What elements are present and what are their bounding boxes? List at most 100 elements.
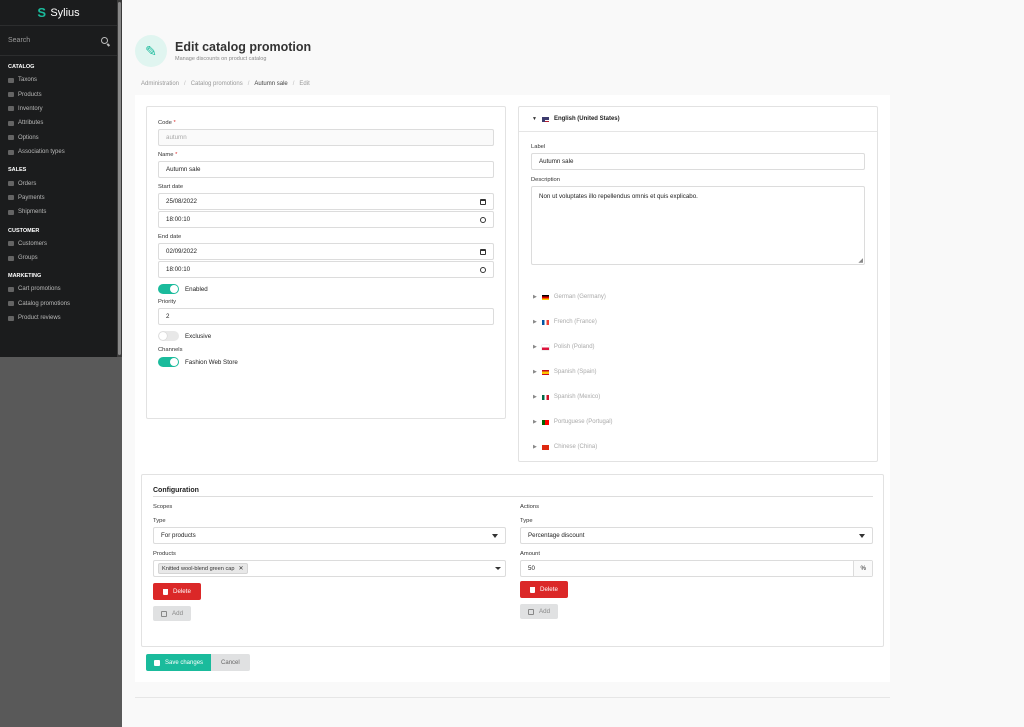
sidebar-item-taxons[interactable]: Taxons <box>0 73 117 87</box>
sidebar-item-orders[interactable]: Orders <box>0 176 117 190</box>
caret-right-icon: ▶ <box>533 344 537 350</box>
name-input[interactable]: Autumn sale <box>158 161 494 178</box>
translation-spanish-spain[interactable]: ▶ Spanish (Spain) <box>533 369 597 375</box>
archive-icon <box>8 255 14 261</box>
truck-icon <box>8 209 14 215</box>
code-input[interactable]: autumn <box>158 129 494 146</box>
caret-down-icon: ▼ <box>532 116 537 122</box>
products-select[interactable]: Knitted wool-blend green cap ✕ <box>153 560 506 577</box>
search-icon[interactable] <box>101 37 108 44</box>
exclusive-toggle[interactable] <box>158 331 179 341</box>
resize-handle-icon[interactable]: ◢ <box>858 257 863 264</box>
action-add-button[interactable]: Add <box>520 604 559 619</box>
translation-german[interactable]: ▶ German (Germany) <box>533 294 606 300</box>
sidebar-search[interactable]: Search <box>0 26 117 56</box>
options-icon <box>8 135 14 141</box>
sidebar-item-label: Taxons <box>18 77 38 84</box>
configuration-divider <box>153 496 873 497</box>
action-type-label: Type <box>520 518 533 524</box>
actions-section: Actions Type Percentage discount Amount … <box>520 504 873 619</box>
remove-chip-icon[interactable]: ✕ <box>238 565 243 572</box>
start-time-input[interactable]: 18:00:10 <box>158 211 494 228</box>
enabled-label: Enabled <box>185 285 208 293</box>
sidebar-item-inventory[interactable]: Inventory <box>0 102 117 116</box>
dropdown-icon[interactable] <box>495 567 501 570</box>
sidebar-item-label: Shipments <box>18 209 47 216</box>
clock-icon[interactable] <box>480 216 486 223</box>
sidebar-item-product-reviews[interactable]: Product reviews <box>0 311 117 325</box>
search-label: Search <box>8 37 31 44</box>
end-date-value: 02/09/2022 <box>166 248 197 255</box>
start-date-value: 25/08/2022 <box>166 198 197 205</box>
percent-label: % <box>853 561 872 576</box>
sidebar-item-attributes[interactable]: Attributes <box>0 116 117 130</box>
code-value: autumn <box>166 134 187 141</box>
sidebar-item-label: Inventory <box>18 105 43 112</box>
calendar-icon[interactable] <box>480 198 486 205</box>
start-date-input[interactable]: 25/08/2022 <box>158 193 494 210</box>
history-icon <box>8 106 14 112</box>
section-catalog: CATALOG <box>8 64 35 70</box>
label-input[interactable]: Autumn sale <box>531 153 865 170</box>
translation-label: German (Germany) <box>553 294 606 300</box>
sidebar-item-catalog-promotions[interactable]: Catalog promotions <box>0 297 117 311</box>
translation-polish[interactable]: ▶ Polish (Poland) <box>533 344 595 350</box>
translation-label: Polish (Poland) <box>553 344 595 350</box>
action-type-select[interactable]: Percentage discount <box>520 527 873 544</box>
breadcrumb: Administration / Catalog promotions / Autu… <box>141 81 310 87</box>
logo[interactable]: S Sylius <box>0 0 117 26</box>
scope-add-button[interactable]: Add <box>153 606 192 621</box>
sidebar-scrollbar-thumb[interactable] <box>118 2 121 355</box>
amount-input[interactable]: 50 % <box>520 560 873 577</box>
scope-type-select[interactable]: For products <box>153 527 506 544</box>
payment-icon <box>8 195 14 201</box>
sidebar-item-association-types[interactable]: Association types <box>0 145 117 159</box>
plus-square-icon <box>528 608 534 615</box>
chevron-down-icon <box>492 533 498 538</box>
sidebar-item-shipments[interactable]: Shipments <box>0 205 117 219</box>
scope-delete-button[interactable]: Delete <box>153 583 201 600</box>
translation-chinese[interactable]: ▶ Chinese (China) <box>533 444 597 450</box>
name-label: Name * <box>158 152 178 158</box>
channel-toggle[interactable] <box>158 357 179 367</box>
breadcrumb-separator: / <box>292 81 295 87</box>
sidebar-item-label: Attributes <box>18 120 44 127</box>
sylius-logo-icon: S <box>37 5 46 20</box>
save-changes-button[interactable]: Save changes <box>146 654 212 671</box>
cancel-button[interactable]: Cancel <box>211 654 250 671</box>
translation-label: Portuguese (Portugal) <box>553 419 613 425</box>
translation-english-label: English (United States) <box>553 116 620 122</box>
sidebar-item-options[interactable]: Options <box>0 131 117 145</box>
translation-french[interactable]: ▶ French (France) <box>533 319 597 325</box>
main-content: ✎ Edit catalog promotion Manage discount… <box>122 0 1024 727</box>
end-date-input[interactable]: 02/09/2022 <box>158 243 494 260</box>
page-title: Edit catalog promotion <box>175 40 312 54</box>
sidebar-item-payments[interactable]: Payments <box>0 191 117 205</box>
breadcrumb-administration[interactable]: Administration <box>141 81 179 87</box>
scopes-section: Scopes Type For products Products Knitte… <box>153 504 506 621</box>
form-wrapper: Code * autumn Name * Autumn sale Start d… <box>135 95 890 682</box>
sidebar-item-groups[interactable]: Groups <box>0 251 117 265</box>
priority-input[interactable]: 2 <box>158 308 494 325</box>
form-buttons: Save changes Cancel <box>146 654 250 671</box>
end-time-input[interactable]: 18:00:10 <box>158 261 494 278</box>
translation-portuguese[interactable]: ▶ Portuguese (Portugal) <box>533 419 613 425</box>
sidebar-item-label: Association types <box>18 149 65 156</box>
translation-spanish-mexico[interactable]: ▶ Spanish (Mexico) <box>533 394 600 400</box>
calendar-icon[interactable] <box>480 248 486 255</box>
translation-english-header[interactable]: ▼ English (United States) <box>519 107 877 132</box>
enabled-toggle[interactable] <box>158 284 179 294</box>
breadcrumb-catalog-promotions[interactable]: Catalog promotions <box>191 81 243 87</box>
breadcrumb-autumn-sale[interactable]: Autumn sale <box>254 81 287 87</box>
sidebar-item-customers[interactable]: Customers <box>0 237 117 251</box>
clock-icon[interactable] <box>480 266 486 273</box>
sidebar-item-label: Groups <box>18 255 38 262</box>
sidebar-item-label: Payments <box>18 194 45 201</box>
sidebar-item-cart-promotions[interactable]: Cart promotions <box>0 282 117 296</box>
section-marketing: MARKETING <box>8 273 42 280</box>
cart-icon <box>8 181 14 187</box>
description-textarea[interactable]: Non ut voluptates illo repellendus omnis… <box>531 186 865 265</box>
action-delete-button[interactable]: Delete <box>520 581 568 598</box>
breadcrumb-edit: Edit <box>299 81 310 87</box>
sidebar-item-products[interactable]: Products <box>0 87 117 101</box>
